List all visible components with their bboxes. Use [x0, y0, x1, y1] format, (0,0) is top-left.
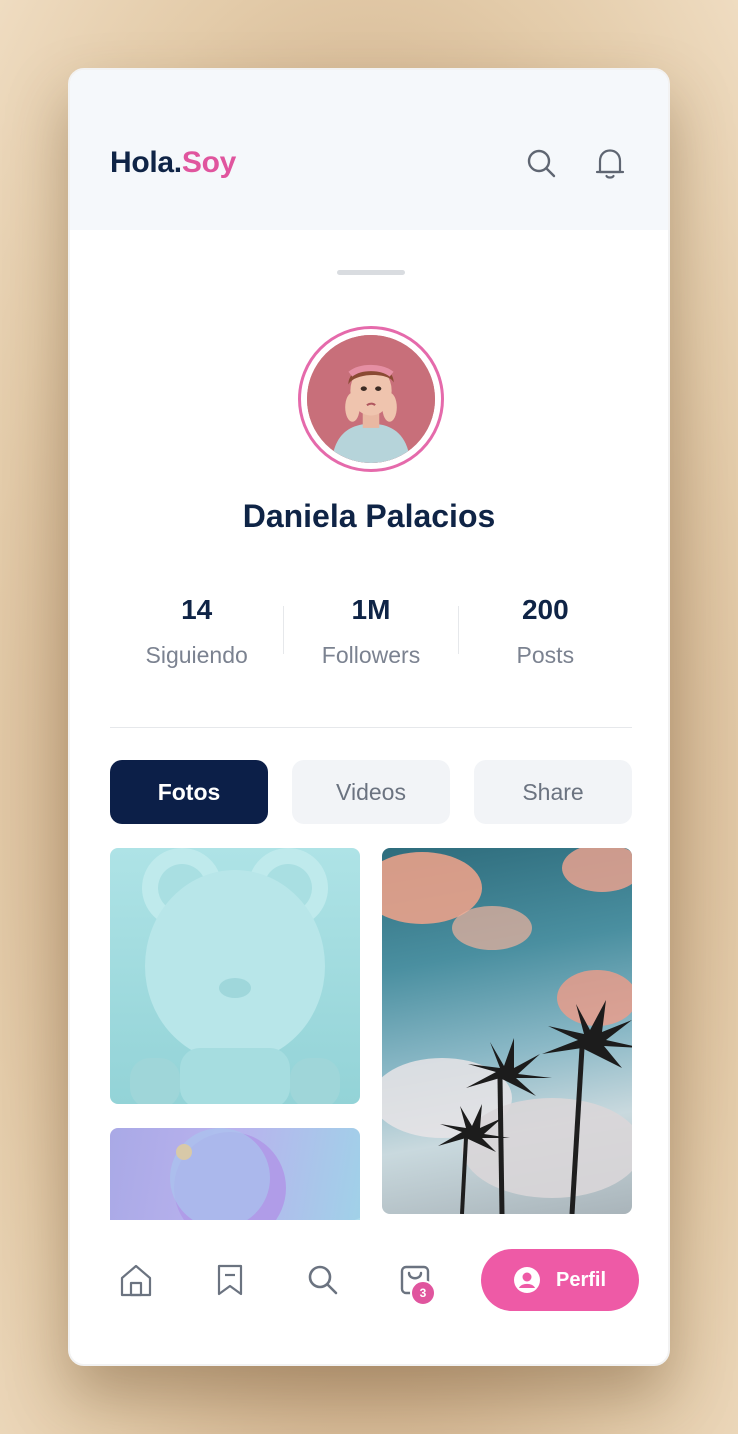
cart-badge: 3 — [410, 1280, 436, 1306]
app-header: Hola.Soy — [70, 70, 668, 230]
avatar[interactable] — [307, 335, 435, 463]
tab-videos[interactable]: Videos — [292, 760, 450, 824]
avatar-ring — [298, 326, 444, 472]
bottom-navigation: 3 Perfil — [70, 1238, 668, 1328]
photo-grid — [110, 848, 632, 1220]
search-icon[interactable] — [303, 1260, 343, 1300]
photo-bear-figure[interactable] — [110, 848, 360, 1104]
app-logo[interactable]: Hola.Soy — [110, 146, 236, 180]
profile-button[interactable]: Perfil — [481, 1249, 639, 1311]
stat-posts[interactable]: 200 Posts — [459, 590, 632, 680]
profile-name: Daniela Palacios — [242, 498, 496, 534]
stat-label: Followers — [321, 642, 421, 668]
photo-planet-art[interactable] — [110, 1128, 360, 1220]
stat-label: Posts — [516, 642, 575, 668]
tab-fotos[interactable]: Fotos — [110, 760, 268, 824]
bell-icon[interactable] — [590, 144, 630, 184]
stat-value: 14 — [181, 594, 213, 625]
content-tabs: Fotos Videos Share — [110, 760, 632, 824]
logo-text-main: Hola. — [110, 146, 182, 179]
stat-following[interactable]: 14 Siguiendo — [110, 590, 283, 680]
phone-frame: Hola.Soy Daniela Palacios 14 Siguiendo 1… — [68, 68, 670, 1366]
user-icon — [513, 1267, 540, 1293]
home-icon[interactable] — [116, 1260, 156, 1300]
profile-button-label: Perfil — [555, 1268, 607, 1291]
photo-palm-sky[interactable] — [382, 848, 632, 1214]
logo-text-accent: Soy — [181, 146, 236, 179]
stat-label: Siguiendo — [145, 642, 248, 668]
stat-followers[interactable]: 1M Followers — [284, 590, 457, 680]
search-icon[interactable] — [522, 144, 562, 184]
section-divider — [110, 727, 632, 728]
bookmark-icon[interactable] — [210, 1260, 250, 1300]
profile-stats: 14 Siguiendo 1M Followers 200 Posts — [110, 590, 632, 680]
stat-value: 200 — [521, 594, 569, 625]
stat-value: 1M — [351, 594, 391, 625]
tab-share[interactable]: Share — [474, 760, 632, 824]
sheet-handle[interactable] — [337, 270, 405, 275]
